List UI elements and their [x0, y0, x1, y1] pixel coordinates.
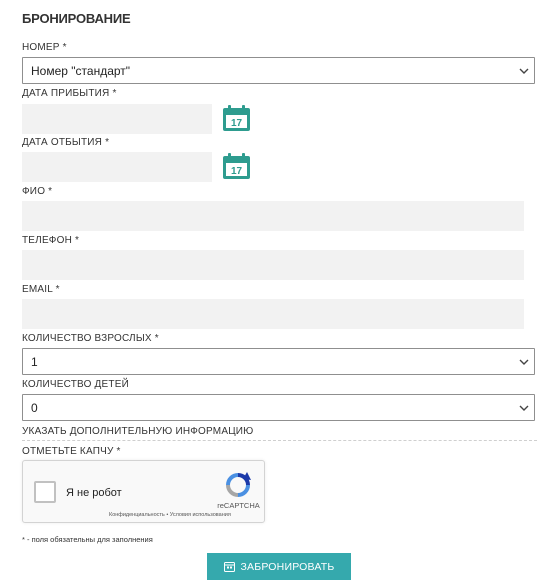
- captcha-brand: reCAPTCHA: [217, 501, 260, 510]
- departure-label: ДАТА ОТБЫТИЯ *: [22, 137, 110, 148]
- chevron-down-icon: [519, 68, 529, 74]
- departure-date-input[interactable]: [22, 152, 212, 182]
- room-select[interactable]: Номер "стандарт": [22, 57, 535, 84]
- calendar-icon: [223, 562, 235, 572]
- chevron-down-icon: [519, 359, 529, 365]
- recaptcha-widget: Я не робот reCAPTCHA Конфиденциальность …: [22, 460, 265, 523]
- adults-select-value: 1: [31, 355, 38, 369]
- recaptcha-logo-icon: [226, 472, 251, 497]
- fio-input[interactable]: [22, 201, 524, 231]
- children-select-value: 0: [31, 401, 38, 415]
- arrival-label: ДАТА ПРИБЫТИЯ *: [22, 88, 117, 99]
- submit-label: ЗАБРОНИРОВАТЬ: [240, 560, 335, 573]
- room-select-value: Номер "стандарт": [31, 64, 131, 78]
- children-select[interactable]: 0: [22, 394, 535, 421]
- calendar-day-text: 17: [231, 118, 243, 129]
- captcha-links[interactable]: Конфиденциальность • Условия использован…: [109, 512, 231, 518]
- required-note: * - поля обязательны для заполнения: [22, 535, 153, 544]
- adults-select[interactable]: 1: [22, 348, 535, 375]
- divider: [22, 440, 537, 441]
- calendar-day-text: 17: [231, 166, 243, 177]
- room-label: НОМЕР *: [22, 42, 67, 53]
- arrival-date-input[interactable]: [22, 104, 212, 134]
- email-input[interactable]: [22, 299, 524, 329]
- extra-info-toggle[interactable]: УКАЗАТЬ ДОПОЛНИТЕЛЬНУЮ ИНФОРМАЦИЮ: [22, 426, 253, 437]
- form-title: БРОНИРОВАНИЕ: [22, 11, 131, 26]
- captcha-label: ОТМЕТЬТЕ КАПЧУ *: [22, 446, 121, 457]
- calendar-icon[interactable]: 17: [222, 104, 251, 132]
- children-label: КОЛИЧЕСТВО ДЕТЕЙ: [22, 379, 129, 390]
- phone-label: ТЕЛЕФОН *: [22, 235, 80, 246]
- fio-label: ФИО *: [22, 186, 53, 197]
- email-label: EMAIL *: [22, 284, 60, 295]
- adults-label: КОЛИЧЕСТВО ВЗРОСЛЫХ *: [22, 333, 159, 344]
- calendar-icon[interactable]: 17: [222, 152, 251, 180]
- captcha-checkbox[interactable]: [34, 481, 56, 503]
- captcha-text: Я не робот: [66, 487, 122, 499]
- submit-booking-button[interactable]: ЗАБРОНИРОВАТЬ: [207, 553, 351, 580]
- phone-input[interactable]: [22, 250, 524, 280]
- chevron-down-icon: [519, 405, 529, 411]
